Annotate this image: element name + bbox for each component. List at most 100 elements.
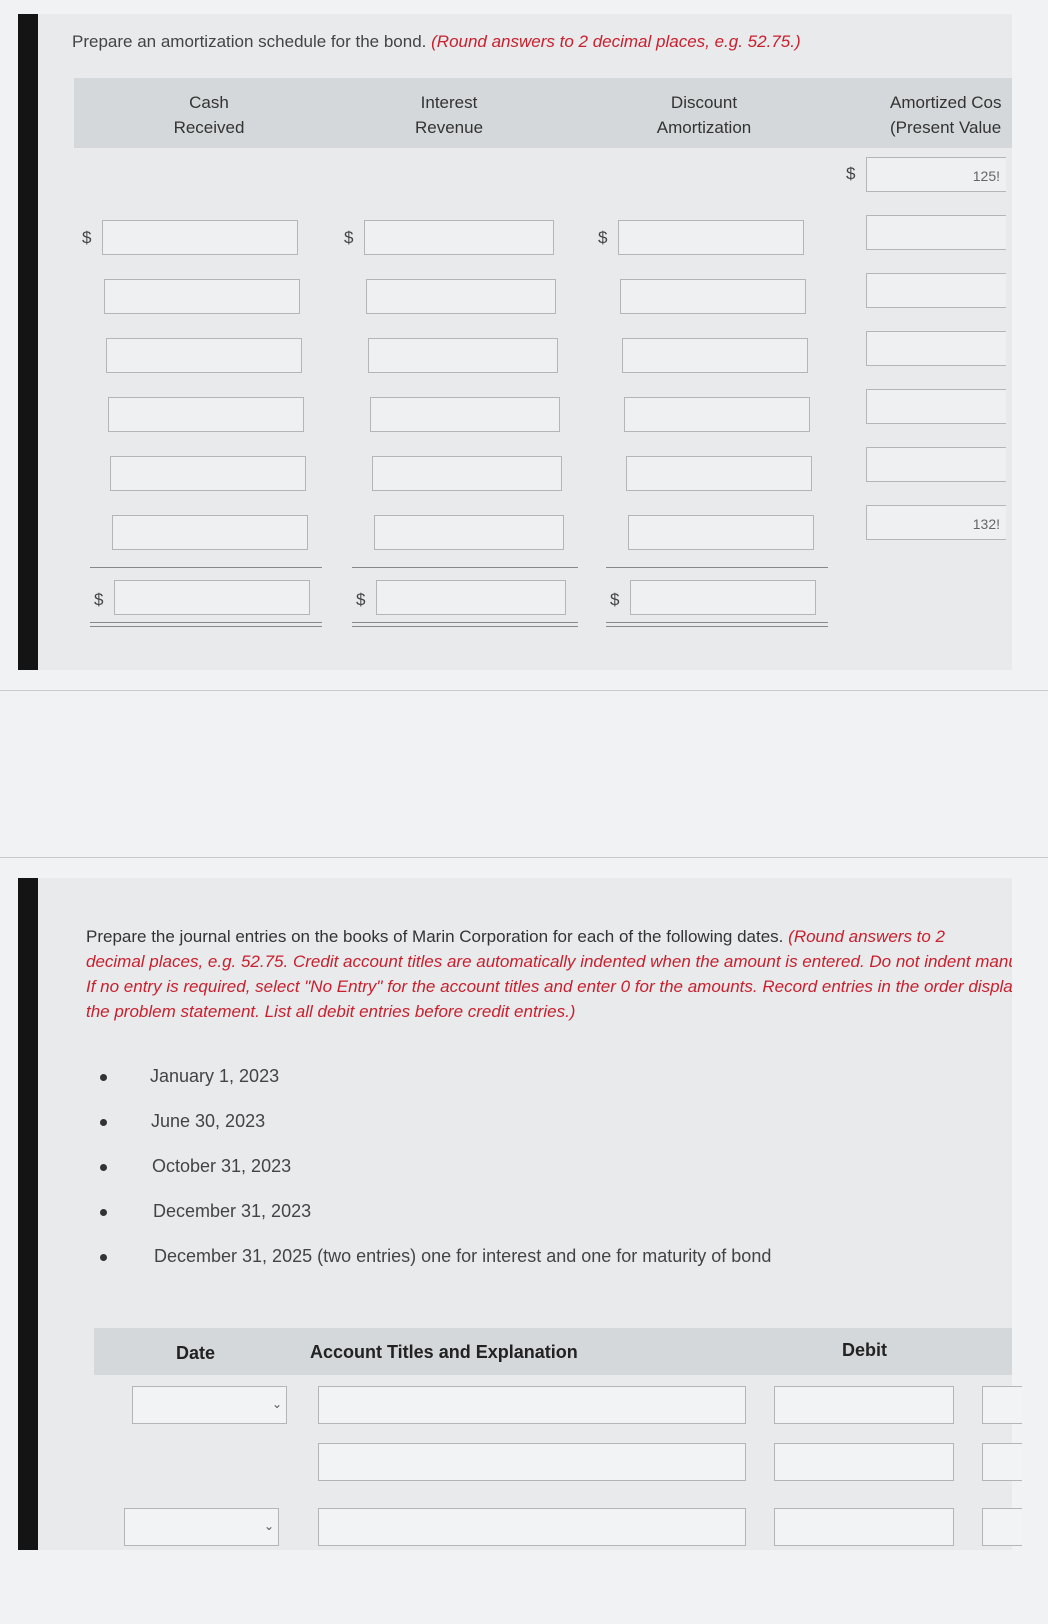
currency: $ bbox=[82, 228, 92, 247]
interest-revenue-input[interactable] bbox=[374, 515, 564, 550]
cash-received-input[interactable] bbox=[102, 220, 298, 255]
header-line: Interest bbox=[420, 93, 478, 112]
interest-revenue-input[interactable] bbox=[364, 220, 554, 255]
debit-input[interactable] bbox=[774, 1386, 954, 1424]
instruction-note: decimal places, e.g. 52.75. Credit accou… bbox=[86, 952, 1012, 971]
date-list-item: June 30, 2023 bbox=[151, 1111, 266, 1131]
credit-input[interactable] bbox=[982, 1508, 1022, 1546]
amortized-cost-input[interactable] bbox=[866, 215, 1006, 250]
divider bbox=[0, 857, 1048, 858]
dollar-sign: $ bbox=[356, 590, 365, 610]
amortized-cost-input[interactable] bbox=[866, 389, 1006, 424]
currency: $ bbox=[610, 590, 620, 609]
header-amortized-cost: Amortized Cos (Present Value bbox=[890, 90, 1020, 140]
instruction-note: (Round answers to 2 bbox=[788, 927, 946, 946]
date-list-item: October 31, 2023 bbox=[152, 1156, 292, 1176]
discount-amortization-input[interactable] bbox=[624, 397, 810, 432]
discount-amortization-input[interactable] bbox=[628, 515, 814, 550]
dollar-sign: $ bbox=[344, 228, 353, 248]
discount-amortization-input[interactable] bbox=[622, 338, 808, 373]
account-title-input[interactable] bbox=[318, 1508, 746, 1546]
schedule-header: Cash Received Interest Revenue Discount Amo… bbox=[74, 78, 1012, 148]
credit-input[interactable] bbox=[982, 1443, 1022, 1481]
total-double-line bbox=[352, 622, 578, 627]
cash-received-input[interactable] bbox=[106, 338, 302, 373]
chevron-down-icon: ⌄ bbox=[271, 1397, 282, 1411]
bullet bbox=[100, 1164, 107, 1171]
amortized-cost-input[interactable] bbox=[866, 331, 1006, 366]
discount-amortization-input[interactable] bbox=[626, 456, 812, 491]
amortized-cost-input[interactable] bbox=[866, 273, 1006, 308]
cash-received-input[interactable] bbox=[112, 515, 308, 550]
account-title-input[interactable] bbox=[318, 1386, 746, 1424]
total-double-line bbox=[90, 622, 322, 627]
instruction-note: If no entry is required, select "No Entr… bbox=[86, 977, 1012, 996]
dollar-sign: $ bbox=[598, 228, 607, 248]
journal-entries-panel: Prepare the journal entries on the books… bbox=[18, 878, 1022, 1550]
header-account-titles: Account Titles and Explanation bbox=[310, 1342, 578, 1362]
currency: $ bbox=[344, 228, 354, 247]
cash-received-input[interactable] bbox=[110, 456, 306, 491]
subtotal-line bbox=[352, 567, 578, 568]
interest-revenue-input[interactable] bbox=[368, 338, 558, 373]
amortized-cost-input[interactable] bbox=[866, 447, 1006, 482]
cash-received-input[interactable] bbox=[104, 279, 300, 314]
dollar-sign: $ bbox=[610, 590, 619, 610]
journal-table-header: Date Account Titles and Explanation Debi… bbox=[94, 1328, 1012, 1375]
header-discount-amortization: Discount Amortization bbox=[634, 90, 774, 140]
interest-revenue-input[interactable] bbox=[366, 279, 556, 314]
total-double-line bbox=[606, 622, 828, 627]
header-debit: Debit bbox=[842, 1340, 887, 1360]
discount-amortization-input[interactable] bbox=[620, 279, 806, 314]
currency: $ bbox=[846, 164, 856, 183]
subtotal-line bbox=[90, 567, 322, 568]
amortized-cost-input[interactable]: 125! bbox=[866, 157, 1006, 192]
currency: $ bbox=[356, 590, 366, 609]
interest-revenue-input[interactable] bbox=[372, 456, 562, 491]
chevron-down-icon: ⌄ bbox=[263, 1519, 274, 1533]
left-edge-bar bbox=[18, 14, 38, 670]
date-select[interactable]: ⌄ bbox=[132, 1386, 287, 1424]
schedule-instruction: Prepare an amortization schedule for the… bbox=[72, 32, 801, 52]
left-edge-bar bbox=[18, 878, 38, 1550]
header-line: Revenue bbox=[414, 118, 484, 137]
currency: $ bbox=[94, 590, 104, 609]
debit-input[interactable] bbox=[774, 1508, 954, 1546]
header-line: Amortization bbox=[656, 118, 752, 137]
dollar-sign: $ bbox=[82, 228, 91, 248]
header-cash-received: Cash Received bbox=[144, 90, 274, 140]
header-line: Amortized Cos bbox=[890, 93, 1002, 112]
credit-input[interactable] bbox=[982, 1386, 1022, 1424]
discount-amortization-total-input[interactable] bbox=[630, 580, 816, 615]
header-line: Discount bbox=[670, 93, 738, 112]
instruction-text: Prepare an amortization schedule for the… bbox=[72, 32, 427, 51]
debit-input[interactable] bbox=[774, 1443, 954, 1481]
bullet bbox=[100, 1209, 107, 1216]
header-line: Cash bbox=[189, 93, 229, 112]
date-list-item: January 1, 2023 bbox=[150, 1066, 280, 1086]
header-line: Received bbox=[173, 118, 245, 137]
bullet bbox=[100, 1119, 107, 1126]
date-list-item: December 31, 2025 (two entries) one for … bbox=[154, 1246, 772, 1266]
currency: $ bbox=[598, 228, 608, 247]
dollar-sign: $ bbox=[94, 590, 103, 610]
interest-revenue-total-input[interactable] bbox=[376, 580, 566, 615]
header-interest-revenue: Interest Revenue bbox=[384, 90, 514, 140]
rounding-note: (Round answers to 2 decimal places, e.g.… bbox=[431, 32, 801, 51]
account-title-input[interactable] bbox=[318, 1443, 746, 1481]
divider bbox=[0, 690, 1048, 691]
amortized-cost-input[interactable]: 132! bbox=[866, 505, 1006, 540]
bullet bbox=[100, 1074, 107, 1081]
date-select[interactable]: ⌄ bbox=[124, 1508, 279, 1546]
header-date: Date bbox=[176, 1343, 216, 1363]
journal-instruction: Prepare the journal entries on the books… bbox=[86, 924, 1012, 1024]
discount-amortization-input[interactable] bbox=[618, 220, 804, 255]
instruction-text: Prepare the journal entries on the books… bbox=[86, 927, 784, 946]
cash-received-total-input[interactable] bbox=[114, 580, 310, 615]
header-line: (Present Value bbox=[890, 118, 1002, 137]
date-list-item: December 31, 2023 bbox=[153, 1201, 312, 1221]
dollar-sign: $ bbox=[846, 164, 855, 184]
cash-received-input[interactable] bbox=[108, 397, 304, 432]
interest-revenue-input[interactable] bbox=[370, 397, 560, 432]
instruction-note: the problem statement. List all debit en… bbox=[86, 1002, 576, 1021]
